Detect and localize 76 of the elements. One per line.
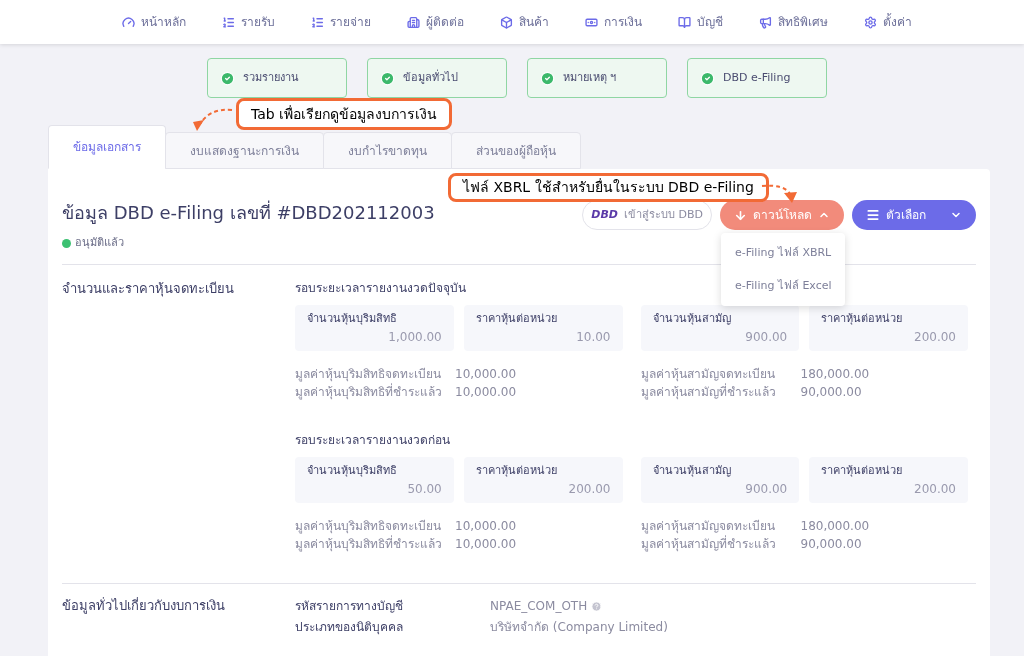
nav-link[interactable]: รายรับ xyxy=(222,13,275,31)
value-label: มูลค่าหุ้นบุริมสิทธิจดทะเบียน xyxy=(295,365,442,383)
value-label: มูลค่าหุ้นสามัญจดทะเบียน xyxy=(640,365,776,383)
nav-link[interactable]: หน้าหลัก xyxy=(122,13,186,31)
nav-link[interactable]: สิทธิพิเศษ xyxy=(759,13,828,31)
dbd-logo: DBD xyxy=(591,206,618,223)
step-card[interactable]: รวมรายงาน xyxy=(207,58,347,98)
field-label: จำนวนหุ้นสามัญ xyxy=(652,310,732,327)
field-value: 900.00 xyxy=(744,480,788,498)
value-text: 10,000.00 xyxy=(455,383,517,401)
box-icon xyxy=(500,15,513,29)
tab[interactable]: ข้อมูลเอกสาร xyxy=(48,125,166,169)
options-button[interactable]: ตัวเลือก xyxy=(852,200,976,230)
value-label: มูลค่าหุ้นสามัญจดทะเบียน xyxy=(640,517,776,535)
field-label: จำนวนหุ้นบุริมสิทธิ xyxy=(307,462,398,479)
list-icon xyxy=(311,15,324,29)
dashed-arrow xyxy=(760,182,800,204)
nav-link[interactable]: บัญชี xyxy=(678,13,723,31)
nav-link[interactable]: สินค้า xyxy=(500,13,549,31)
field-value: 200.00 xyxy=(913,328,956,346)
value-text: 90,000.00 xyxy=(800,383,862,401)
step-card[interactable]: หมายเหตุ ฯ xyxy=(527,58,667,98)
book-icon xyxy=(678,15,691,29)
section-title: ข้อมูลทั่วไปเกี่ยวกับงบการเงิน xyxy=(62,596,226,616)
field-label: ราคาหุ้นต่อหน่วย xyxy=(475,310,558,327)
field-value: 200.00 xyxy=(913,480,956,498)
tab[interactable]: งบกำไรขาดทุน xyxy=(323,132,452,169)
document-title: ข้อมูล DBD e-Filing เลขที่ #DBD202112003 xyxy=(62,199,435,226)
nav-link[interactable]: การเงิน xyxy=(585,13,642,31)
value-label: มูลค่าหุ้นบุริมสิทธิที่ชำระแล้ว xyxy=(295,382,443,401)
nav-link[interactable]: ตั้งค่า xyxy=(864,13,912,31)
nav-link[interactable]: รายจ่าย xyxy=(311,13,371,31)
info-label: ประเภทของนิติบุคคล xyxy=(295,618,404,637)
callout: Tab เพื่อเรียกดูข้อมูลงบการเงิน xyxy=(236,98,453,130)
megaphone-icon xyxy=(759,15,772,29)
field-value: 10.00 xyxy=(575,328,611,346)
field-label: ราคาหุ้นต่อหน่วย xyxy=(821,462,904,479)
field-label: จำนวนหุ้นบุริมสิทธิ xyxy=(307,310,398,327)
field-value: 1,000.00 xyxy=(387,328,442,346)
step-card[interactable]: DBD e-Filing xyxy=(687,58,827,98)
period-heading: รอบระยะเวลารายงานงวดปัจจุบัน xyxy=(295,279,466,297)
value-label: มูลค่าหุ้นสามัญที่ชำระแล้ว xyxy=(640,382,777,401)
value-text: 10,000.00 xyxy=(455,365,517,383)
menu-item[interactable]: e-Filing ไฟล์ Excel xyxy=(721,269,845,302)
info-value: NPAE_COM_OTH xyxy=(490,597,588,615)
step-card[interactable]: ข้อมูลทั่วไป xyxy=(367,58,507,98)
field-label: ราคาหุ้นต่อหน่วย xyxy=(821,310,904,327)
value-text: 90,000.00 xyxy=(800,535,862,553)
field-value: 900.00 xyxy=(744,328,788,346)
field-value: 50.00 xyxy=(406,480,442,498)
value-label: มูลค่าหุ้นสามัญที่ชำระแล้ว xyxy=(640,534,777,553)
gauge-icon xyxy=(122,15,135,29)
value-text: 10,000.00 xyxy=(455,517,517,535)
tab[interactable]: งบแสดงฐานะการเงิน xyxy=(165,132,324,169)
field-label: จำนวนหุ้นสามัญ xyxy=(652,462,732,479)
value-text: 180,000.00 xyxy=(800,365,870,383)
info-label: รหัสรายการทางบัญชี xyxy=(295,597,404,615)
menu-item[interactable]: e-Filing ไฟล์ XBRL xyxy=(721,237,845,270)
info-value: บริษัทจำกัด (Company Limited) xyxy=(490,618,668,636)
period-heading: รอบระยะเวลารายงานงวดก่อน xyxy=(295,431,450,449)
settings-icon xyxy=(864,15,877,29)
download-icon xyxy=(734,208,747,222)
callout: ไฟล์ XBRL ใช้สำหรับยื่นในระบบ DBD e-Filing xyxy=(448,173,769,202)
value-text: 180,000.00 xyxy=(800,517,870,535)
field-value: 200.00 xyxy=(567,480,611,498)
value-label: มูลค่าหุ้นบุริมสิทธิจดทะเบียน xyxy=(295,517,442,535)
value-text: 10,000.00 xyxy=(455,535,517,553)
status-label: อนุมัติแล้ว xyxy=(75,235,124,251)
field-label: ราคาหุ้นต่อหน่วย xyxy=(475,462,558,479)
nav-link[interactable]: ผู้ติดต่อ xyxy=(407,13,464,31)
menu-icon xyxy=(866,208,880,222)
list-icon xyxy=(222,15,235,29)
tab[interactable]: ส่วนของผู้ถือหุ้น xyxy=(451,132,581,169)
value-label: มูลค่าหุ้นบุริมสิทธิที่ชำระแล้ว xyxy=(295,534,443,553)
building-icon xyxy=(407,15,420,29)
section-title: จำนวนและราคาหุ้นจดทะเบียน xyxy=(62,279,235,299)
